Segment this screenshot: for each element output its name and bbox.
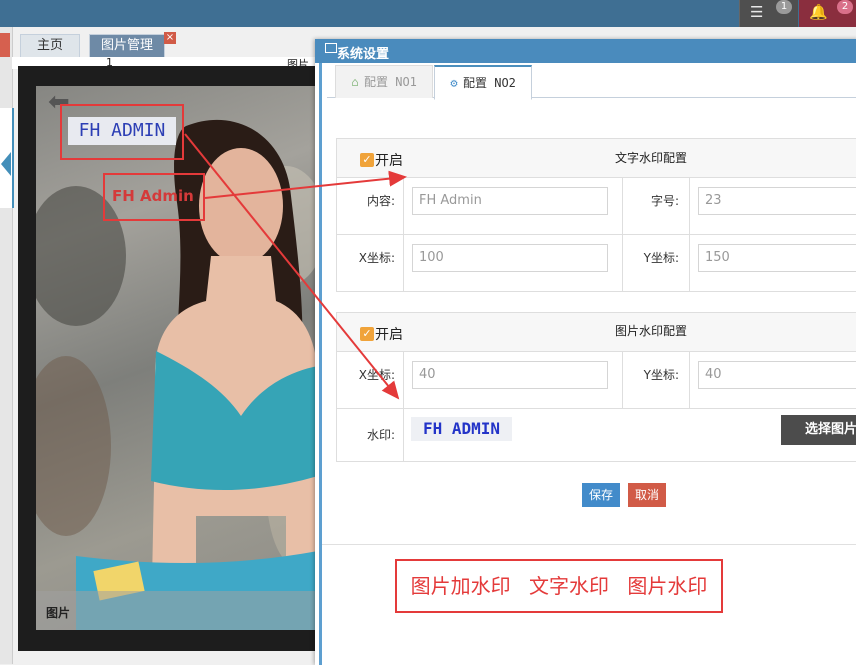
image-x-input[interactable]: 40 (412, 361, 608, 389)
top-navbar: ☰ 1 🔔 2 (0, 0, 856, 27)
tab-config-no1-label: 配置 NO1 (364, 75, 417, 89)
cancel-button[interactable]: 取消 (628, 483, 666, 507)
tab-home[interactable]: 主页 (20, 34, 80, 57)
content-input[interactable]: FH Admin (412, 187, 608, 215)
font-size-label: 字号: (650, 194, 679, 208)
text-watermark-sample: FH ADMIN (68, 117, 176, 145)
sidebar-collapsed (0, 27, 14, 664)
dialog-body: ⌂ 配置 NO1 ⚙ 配置 NO2 ✓ 开启 文字水印配置 内容: FH Admin… (319, 63, 856, 665)
content-label: 内容: (366, 194, 395, 208)
page-tabs: 主页 图片管理 × (12, 30, 322, 58)
sidebar-arrow-icon (1, 152, 11, 176)
image-enable-checkbox[interactable]: ✓ (360, 327, 374, 341)
divider (322, 544, 856, 545)
feature-annotation: 图片加水印 文字水印 图片水印 (395, 559, 723, 613)
watermark-label: 水印: (366, 428, 395, 442)
photo-caption: 图片 (46, 606, 71, 620)
text-x-input[interactable]: 100 (412, 244, 608, 272)
window-icon (325, 43, 337, 53)
notifications-button[interactable]: 🔔 2 (799, 0, 856, 27)
notifications-badge: 2 (837, 0, 853, 14)
image-row-watermark: 水印: FH ADMIN 选择图片 (337, 409, 856, 461)
image-watermark-section: ✓ 开启 图片水印配置 X坐标: 40 Y坐标: 40 水印: FH ADMIN… (336, 312, 856, 462)
caption-bar: 图片 (36, 591, 318, 630)
config-tabs: ⌂ 配置 NO1 ⚙ 配置 NO2 (327, 63, 856, 100)
font-size-input[interactable]: 23 (698, 187, 856, 215)
text-section-header: ✓ 开启 文字水印配置 (337, 139, 856, 178)
settings-dialog: 系统设置 ⌂ 配置 NO1 ⚙ 配置 NO2 ✓ 开启 文字水印配置 内容: FH … (315, 39, 856, 665)
photo-illustration (36, 119, 318, 630)
text-row-content: 内容: FH Admin 字号: 23 (337, 178, 856, 235)
tab-config-no2-label: 配置 NO2 (463, 76, 516, 90)
bell-icon: 🔔 (809, 3, 828, 21)
tab-config-no1[interactable]: ⌂ 配置 NO1 (335, 65, 433, 98)
text-y-label: Y坐标: (643, 251, 679, 265)
list-icon: ☰ (750, 3, 764, 21)
feature-label: 文字水印 (529, 574, 609, 598)
text-x-label: X坐标: (358, 251, 395, 265)
text-watermark-annotation: FH ADMIN (60, 104, 184, 160)
preview-photo: ⬅ 图片 (36, 86, 318, 630)
gear-icon: ⚙ (450, 76, 458, 90)
dialog-title: 系统设置 (337, 47, 390, 62)
image-section-title: 图片水印配置 (615, 324, 688, 338)
messages-badge: 1 (776, 0, 792, 14)
feature-label: 图片加水印 (410, 574, 511, 598)
text-watermark-section: ✓ 开启 文字水印配置 内容: FH Admin 字号: 23 X坐标: 100… (336, 138, 856, 292)
image-watermark-sample: FH Admin (112, 187, 194, 205)
image-x-label: X坐标: (358, 368, 395, 382)
text-section-title: 文字水印配置 (615, 151, 688, 165)
text-y-input[interactable]: 150 (698, 244, 856, 272)
sidebar-shortcut[interactable] (0, 33, 10, 57)
watermark-image-preview: FH ADMIN (411, 417, 512, 441)
save-button[interactable]: 保存 (582, 483, 620, 507)
tab-close-icon[interactable]: × (164, 32, 176, 44)
tab-config-no2[interactable]: ⚙ 配置 NO2 (434, 65, 532, 100)
home-icon: ⌂ (351, 75, 359, 89)
dialog-titlebar[interactable]: 系统设置 (315, 39, 856, 63)
image-watermark-annotation: FH Admin (103, 173, 205, 221)
text-enable-checkbox[interactable]: ✓ (360, 153, 374, 167)
choose-image-button[interactable]: 选择图片 (781, 415, 856, 445)
image-y-label: Y坐标: (643, 368, 679, 382)
text-enable-label: 开启 (375, 153, 403, 169)
image-y-input[interactable]: 40 (698, 361, 856, 389)
image-section-header: ✓ 开启 图片水印配置 (337, 313, 856, 352)
tab-picture-management[interactable]: 图片管理 (89, 34, 165, 57)
text-row-coords: X坐标: 100 Y坐标: 150 (337, 235, 856, 291)
image-row-coords: X坐标: 40 Y坐标: 40 (337, 352, 856, 409)
messages-button[interactable]: ☰ 1 (739, 0, 798, 27)
feature-label: 图片水印 (627, 574, 708, 598)
image-enable-label: 开启 (375, 327, 403, 343)
